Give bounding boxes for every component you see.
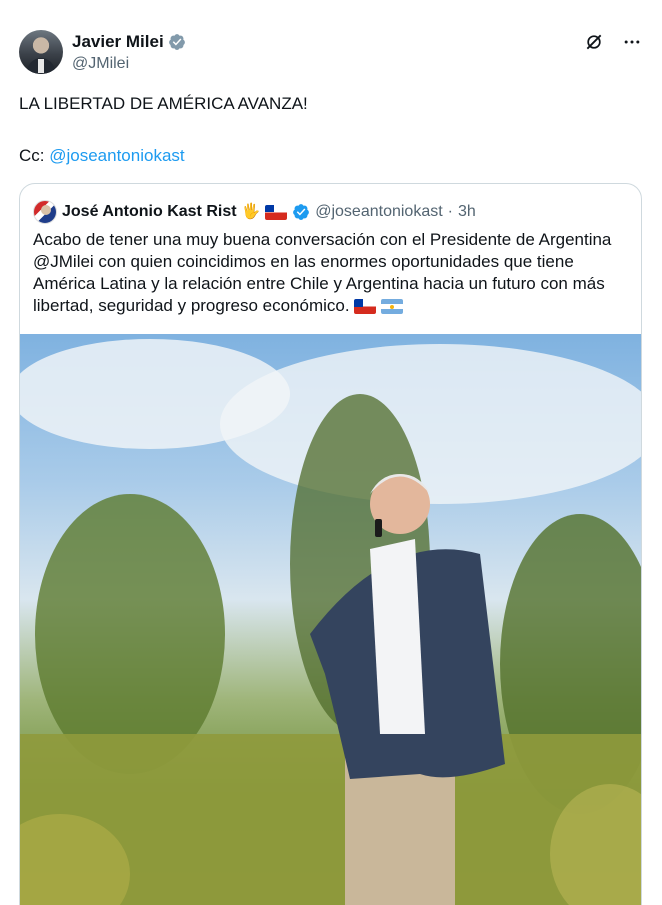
verified-badge-icon [168,34,185,50]
quoted-tweet-photo[interactable] [20,334,641,905]
cc-prefix: Cc: [19,146,50,165]
author-avatar[interactable] [19,30,63,74]
chile-flag-icon [354,299,377,315]
chile-flag-icon [265,204,288,220]
verified-badge-icon [293,204,310,220]
author-display-name[interactable]: Javier Milei [72,31,164,53]
tweet-text-line1: LA LIBERTAD DE AMÉRICA AVANZA! [19,94,308,113]
tweet-header: Javier Milei @JMilei [19,30,642,76]
grok-icon[interactable] [584,32,604,52]
more-icon[interactable] [622,32,642,52]
quoted-author-handle[interactable]: @joseantoniokast [315,203,442,221]
tweet-text: LA LIBERTAD DE AMÉRICA AVANZA! Cc: @jose… [19,93,642,197]
author-name-block: Javier Milei @JMilei [72,31,186,75]
author-name-row: Javier Milei [72,31,186,53]
quoted-author-name[interactable]: José Antonio Kast Rist [62,203,237,221]
quoted-author-avatar[interactable] [33,200,57,224]
argentina-flag-icon [381,299,404,315]
quoted-tweet-body: Acabo de tener una muy buena conversació… [33,230,612,315]
author-handle[interactable]: @JMilei [72,53,186,75]
header-actions [584,32,642,52]
waving-hand-emoji: 🖐 [241,203,261,220]
avatar-shirt [38,59,44,73]
mention-link[interactable]: @joseantoniokast [49,146,184,165]
tree-shape [35,494,225,774]
dot-separator: · [447,203,453,220]
photo-illustration [20,339,641,905]
quoted-tweet-text: Acabo de tener una muy buena conversació… [33,229,633,317]
tweet-cc-line: Cc: @joseantoniokast [19,145,642,167]
quoted-tweet-time[interactable]: 3h [458,203,476,221]
quoted-tweet-card[interactable]: José Antonio Kast Rist 🖐 @joseantoniokas… [19,183,642,905]
cloud-shape [220,344,641,504]
quoted-tweet-header: José Antonio Kast Rist 🖐 @joseantoniokas… [33,200,476,224]
